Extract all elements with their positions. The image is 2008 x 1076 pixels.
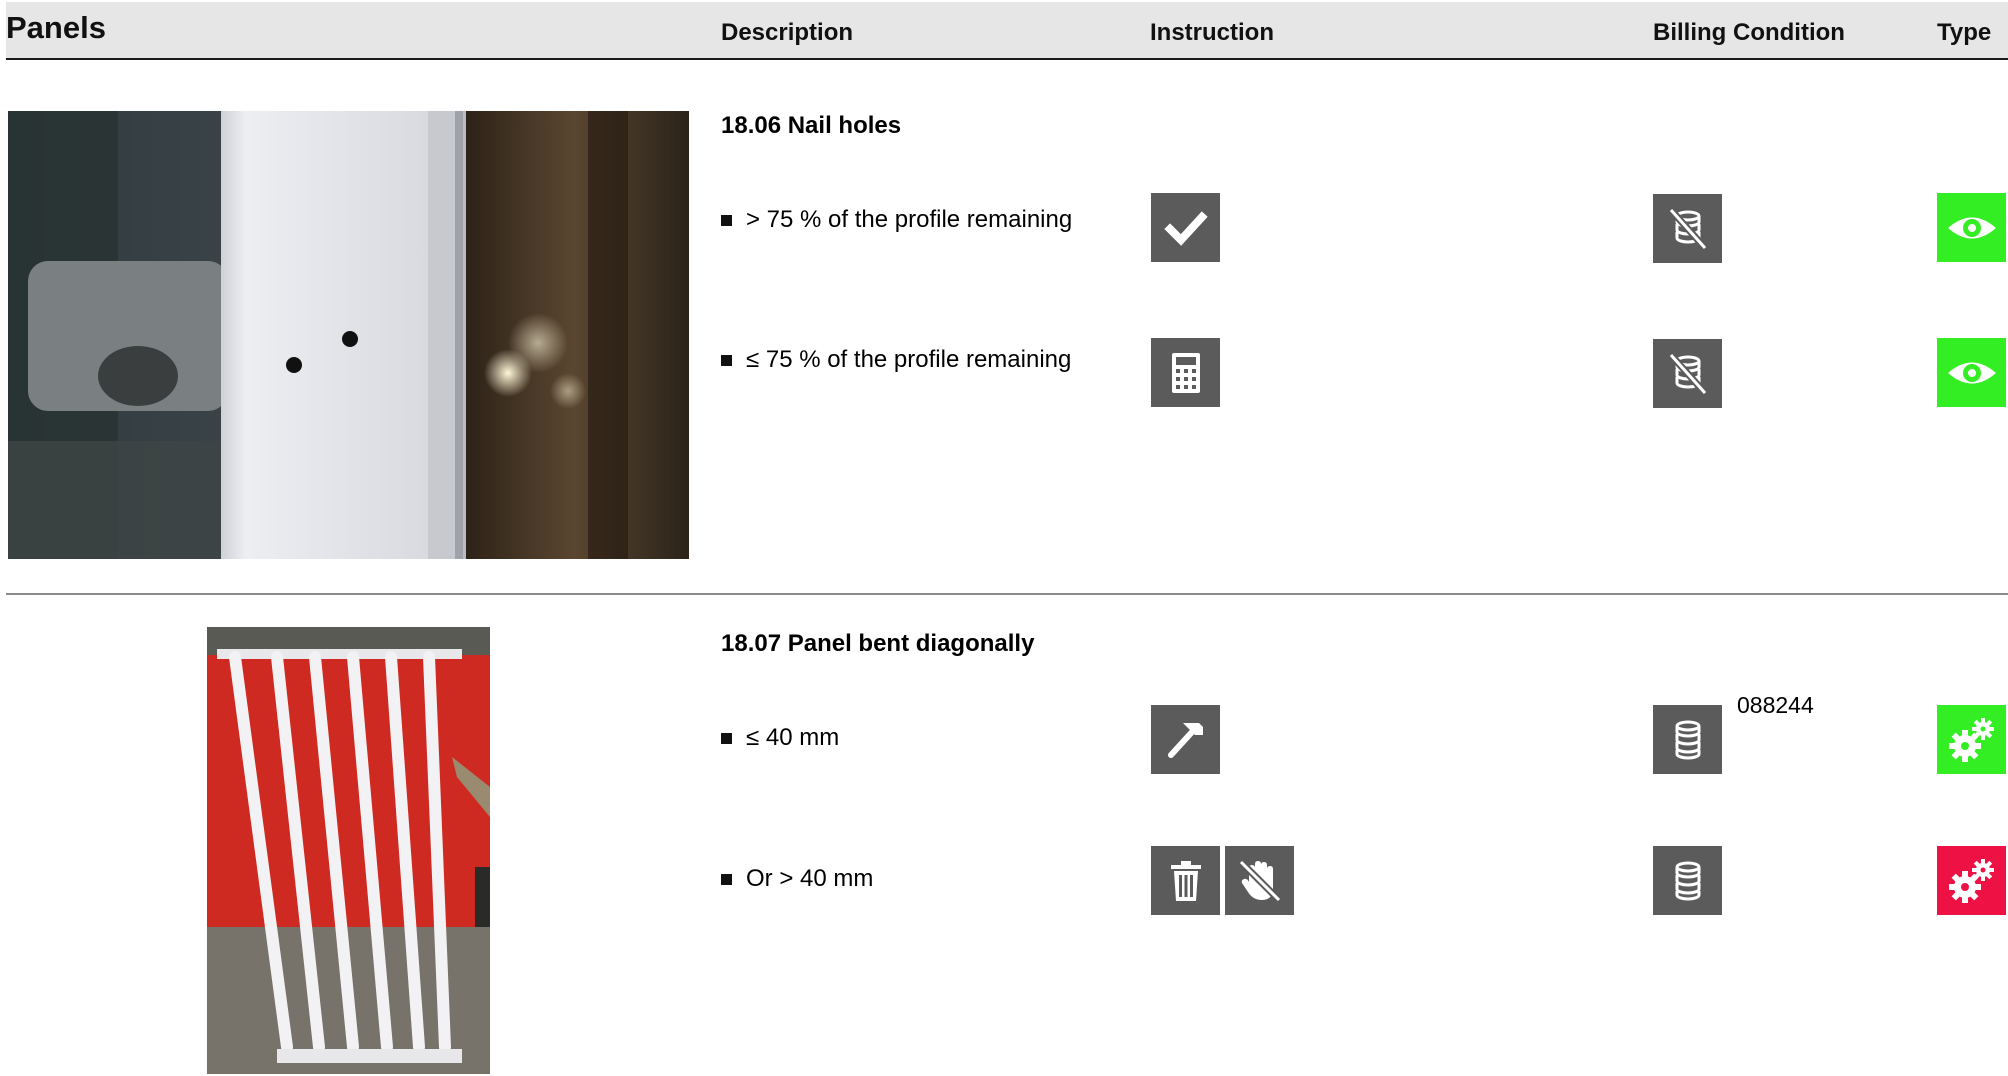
bent-panel-photo [207, 627, 490, 1074]
nail-holes-photo [8, 111, 689, 559]
eye-icon [1937, 338, 2006, 407]
column-header-instruction: Instruction [1150, 19, 1274, 46]
hammer-icon [1151, 705, 1220, 774]
condition-row: ≤ 75 % of the profile remaining [721, 346, 1071, 374]
condition-text: > 75 % of the profile remaining [746, 206, 1073, 233]
condition-text: Or > 40 mm [746, 865, 874, 892]
condition-text: ≤ 75 % of the profile remaining [746, 346, 1072, 373]
condition-row: > 75 % of the profile remaining [721, 206, 1072, 234]
condition-row: Or > 40 mm [721, 865, 873, 893]
no-hand-icon [1225, 846, 1294, 915]
no-billing-coins-icon [1653, 194, 1722, 263]
coins-icon [1653, 846, 1722, 915]
condition-row: ≤ 40 mm [721, 724, 839, 752]
section-title: 18.06 Nail holes [721, 112, 902, 139]
section-title: 18.07 Panel bent diagonally [721, 630, 1035, 657]
bullet-icon [721, 214, 732, 226]
eye-icon [1937, 193, 2006, 262]
bullet-icon [721, 732, 732, 744]
check-icon [1151, 193, 1220, 262]
page-title: Panels [6, 10, 106, 45]
condition-text: ≤ 40 mm [746, 724, 840, 751]
no-billing-coins-icon [1653, 339, 1722, 408]
coins-icon [1653, 705, 1722, 774]
gears-icon [1937, 705, 2006, 774]
column-header-billing: Billing Condition [1653, 19, 1845, 46]
bullet-icon [721, 354, 732, 366]
billing-code: 088244 [1737, 692, 1814, 718]
calculator-icon [1151, 338, 1220, 407]
trash-icon [1151, 846, 1220, 915]
column-header-type: Type [1937, 19, 1992, 46]
table-header: Panels Description Instruction Billing C… [6, 2, 2008, 60]
gears-icon [1937, 846, 2006, 915]
column-header-description: Description [721, 19, 854, 46]
section-divider [6, 593, 2008, 595]
bullet-icon [721, 873, 732, 885]
